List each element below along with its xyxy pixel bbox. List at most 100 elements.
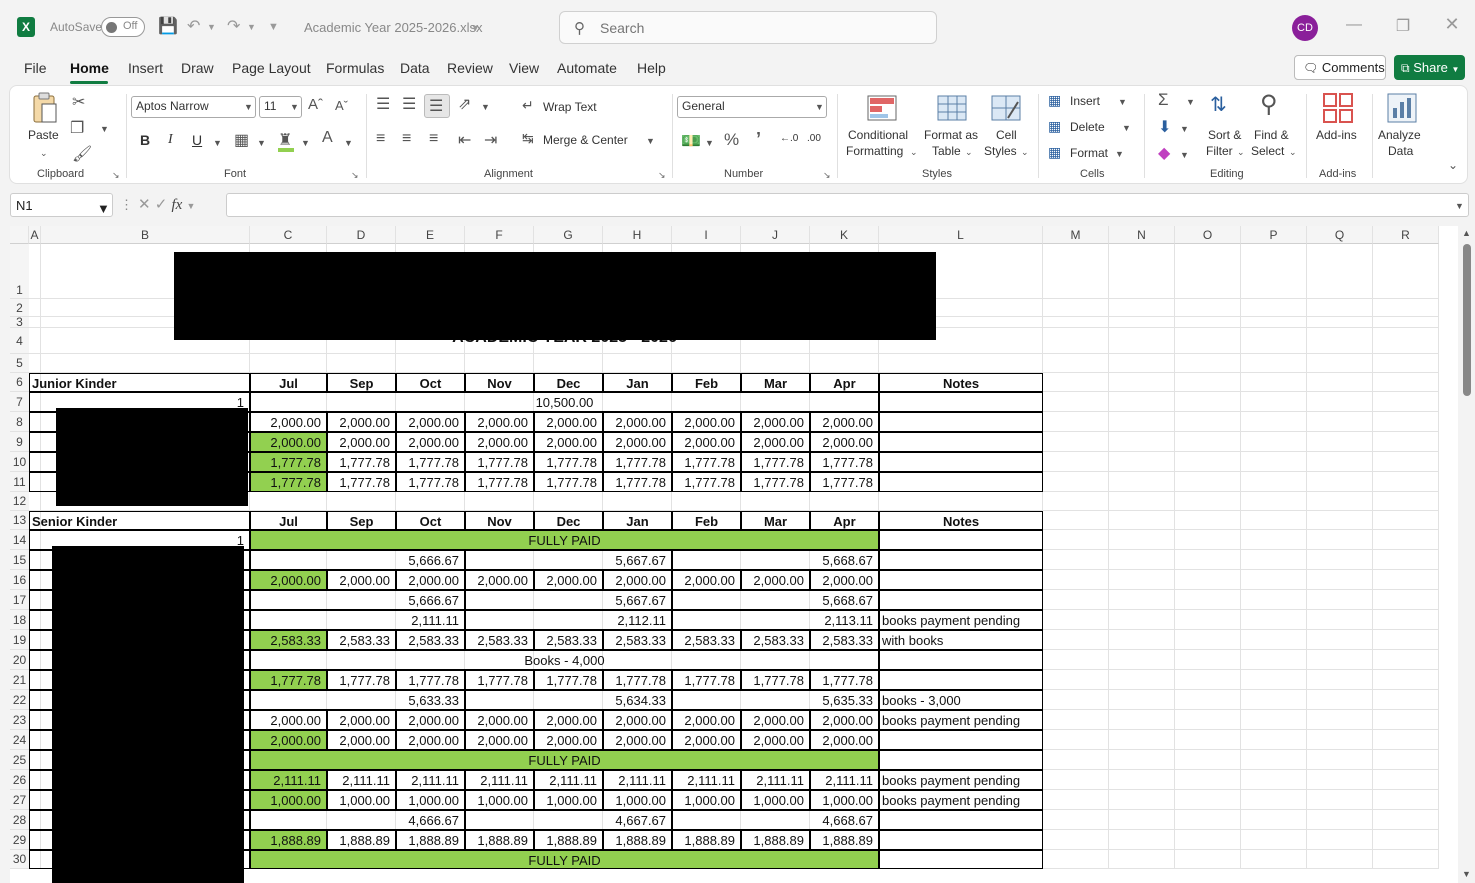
monthly-amount[interactable]: 2,000.00 [465, 570, 534, 590]
monthly-amount[interactable]: 1,777.78 [810, 452, 879, 472]
month-header[interactable]: Apr [810, 373, 879, 392]
month-header[interactable]: Jul [250, 373, 327, 392]
column-header-l[interactable]: L [879, 226, 1043, 244]
row-header-9[interactable]: 9 [10, 432, 29, 452]
note-cell[interactable] [879, 392, 1043, 412]
row-header-10[interactable]: 10 [10, 452, 29, 472]
tab-file[interactable]: File [24, 60, 47, 76]
monthly-amount[interactable]: 2,000.00 [396, 730, 465, 750]
monthly-amount[interactable]: 2,000.00 [741, 412, 810, 432]
monthly-amount[interactable]: 2,583.33 [534, 630, 603, 650]
note-cell[interactable] [879, 590, 1043, 610]
note-cell[interactable] [879, 830, 1043, 850]
decrease-font-icon[interactable]: Aˇ [335, 98, 348, 113]
merged-amount[interactable]: 10,500.00 [250, 392, 879, 412]
column-header-b[interactable]: B [41, 226, 250, 244]
note-cell[interactable] [879, 650, 1043, 670]
column-header-q[interactable]: Q [1307, 226, 1373, 244]
monthly-amount[interactable]: 2,000.00 [327, 730, 396, 750]
align-left-icon[interactable]: ≡ [376, 130, 385, 148]
note-cell[interactable] [879, 570, 1043, 590]
decrease-indent-icon[interactable]: ⇤ [458, 130, 471, 150]
tab-automate[interactable]: Automate [557, 60, 617, 76]
align-middle-icon[interactable]: ☰ [402, 94, 416, 114]
monthly-amount[interactable]: 1,777.78 [327, 472, 396, 492]
month-header[interactable]: Mar [741, 373, 810, 392]
share-button[interactable]: ⧉ Share ▼ [1394, 55, 1465, 80]
monthly-amount[interactable]: 2,000.00 [396, 412, 465, 432]
monthly-amount[interactable]: 2,000.00 [603, 730, 672, 750]
monthly-amount[interactable]: 2,000.00 [534, 570, 603, 590]
column-header-d[interactable]: D [327, 226, 396, 244]
comma-style-icon[interactable]: ’ [756, 129, 761, 150]
section-label[interactable]: Junior Kinder [29, 373, 250, 392]
notes-header[interactable]: Notes [879, 511, 1043, 530]
align-center-icon[interactable]: ≡ [402, 130, 411, 148]
fully-paid-badge[interactable]: FULLY PAID [250, 530, 879, 550]
increase-font-icon[interactable]: Aˆ [308, 96, 323, 113]
monthly-amount[interactable]: 2,111.11 [810, 770, 879, 790]
column-header-a[interactable]: A [29, 226, 41, 244]
monthly-amount[interactable]: 2,000.00 [465, 730, 534, 750]
row-header-14[interactable]: 14 [10, 530, 29, 550]
monthly-amount[interactable]: 1,777.78 [810, 670, 879, 690]
tab-formulas[interactable]: Formulas [326, 60, 384, 76]
vertical-scrollbar[interactable]: ▲ ▼ [1459, 226, 1475, 883]
monthly-amount[interactable]: 1,777.78 [327, 452, 396, 472]
installment-amount[interactable]: 4,666.67 [250, 810, 465, 830]
tab-help[interactable]: Help [637, 60, 666, 76]
undo-dropdown-icon[interactable]: ▼ [207, 22, 216, 32]
monthly-amount[interactable]: 2,000.00 [327, 570, 396, 590]
month-header[interactable]: Jul [250, 511, 327, 530]
borders-icon[interactable]: ▦ [234, 130, 249, 150]
row-header-7[interactable]: 7 [10, 392, 29, 412]
installment-amount[interactable]: 4,668.67 [672, 810, 879, 830]
monthly-amount[interactable]: 1,888.89 [396, 830, 465, 850]
monthly-amount[interactable]: 1,888.89 [810, 830, 879, 850]
alignment-launcher-icon[interactable]: ↘ [658, 170, 666, 181]
month-header[interactable]: Sep [327, 511, 396, 530]
search-box[interactable]: ⚲ [559, 11, 937, 44]
underline-button[interactable]: U [192, 132, 202, 148]
column-header-e[interactable]: E [396, 226, 465, 244]
monthly-amount[interactable]: 2,000.00 [327, 710, 396, 730]
monthly-amount[interactable]: 2,000.00 [534, 730, 603, 750]
section-label[interactable]: Senior Kinder [29, 511, 250, 530]
row-header-8[interactable]: 8 [10, 412, 29, 432]
monthly-amount[interactable]: 2,583.33 [465, 630, 534, 650]
align-bottom-button[interactable]: ☰ [424, 94, 450, 118]
monthly-amount[interactable]: 1,000.00 [603, 790, 672, 810]
fill-chevron-icon[interactable]: ▼ [1180, 124, 1189, 134]
monthly-amount[interactable]: 1,888.89 [603, 830, 672, 850]
tab-data[interactable]: Data [400, 60, 430, 76]
column-header-k[interactable]: K [810, 226, 879, 244]
autosave-toggle[interactable]: Off [101, 17, 145, 37]
note-cell[interactable] [879, 750, 1043, 770]
monthly-amount[interactable]: 2,000.00 [672, 412, 741, 432]
monthly-amount[interactable]: 1,888.89 [741, 830, 810, 850]
monthly-amount[interactable]: 2,000.00 [810, 570, 879, 590]
delete-cells-button[interactable]: ▦ Delete ▼ [1048, 118, 1132, 138]
increase-decimal-icon[interactable]: ←.0 [780, 133, 798, 144]
font-size-select[interactable]: 11 ▼ [259, 96, 302, 118]
monthly-amount[interactable]: 2,000.00 [672, 710, 741, 730]
spreadsheet-grid[interactable]: A B C D E F G H I J K L M N O P Q R 1 2 3 4 5 6 7 8 9 10 11 12 13 14 15 1… [10, 226, 1458, 883]
format-as-table-button[interactable]: Format as Table ⌄ [922, 92, 980, 162]
select-all-corner[interactable] [10, 226, 29, 244]
monthly-amount[interactable]: 1,777.78 [534, 670, 603, 690]
monthly-amount[interactable]: 1,888.89 [250, 830, 327, 850]
close-icon[interactable]: ✕ [1442, 14, 1462, 35]
column-header-n[interactable]: N [1109, 226, 1175, 244]
insert-function-icon[interactable]: fx [172, 197, 183, 213]
monthly-amount[interactable]: 1,777.78 [396, 452, 465, 472]
fill-color-icon[interactable]: ♜ [278, 130, 292, 150]
row-header-30[interactable]: 30 [10, 850, 29, 869]
notes-header[interactable]: Notes [879, 373, 1043, 392]
paste-button[interactable]: Paste ⌄ [28, 92, 62, 162]
monthly-amount[interactable]: 2,583.33 [741, 630, 810, 650]
monthly-amount[interactable]: 1,000.00 [672, 790, 741, 810]
note-cell[interactable]: books - 3,000 [879, 690, 1043, 710]
installment-amount[interactable]: 5,666.67 [250, 590, 465, 610]
monthly-amount[interactable]: 2,000.00 [534, 432, 603, 452]
monthly-amount[interactable]: 1,777.78 [741, 670, 810, 690]
